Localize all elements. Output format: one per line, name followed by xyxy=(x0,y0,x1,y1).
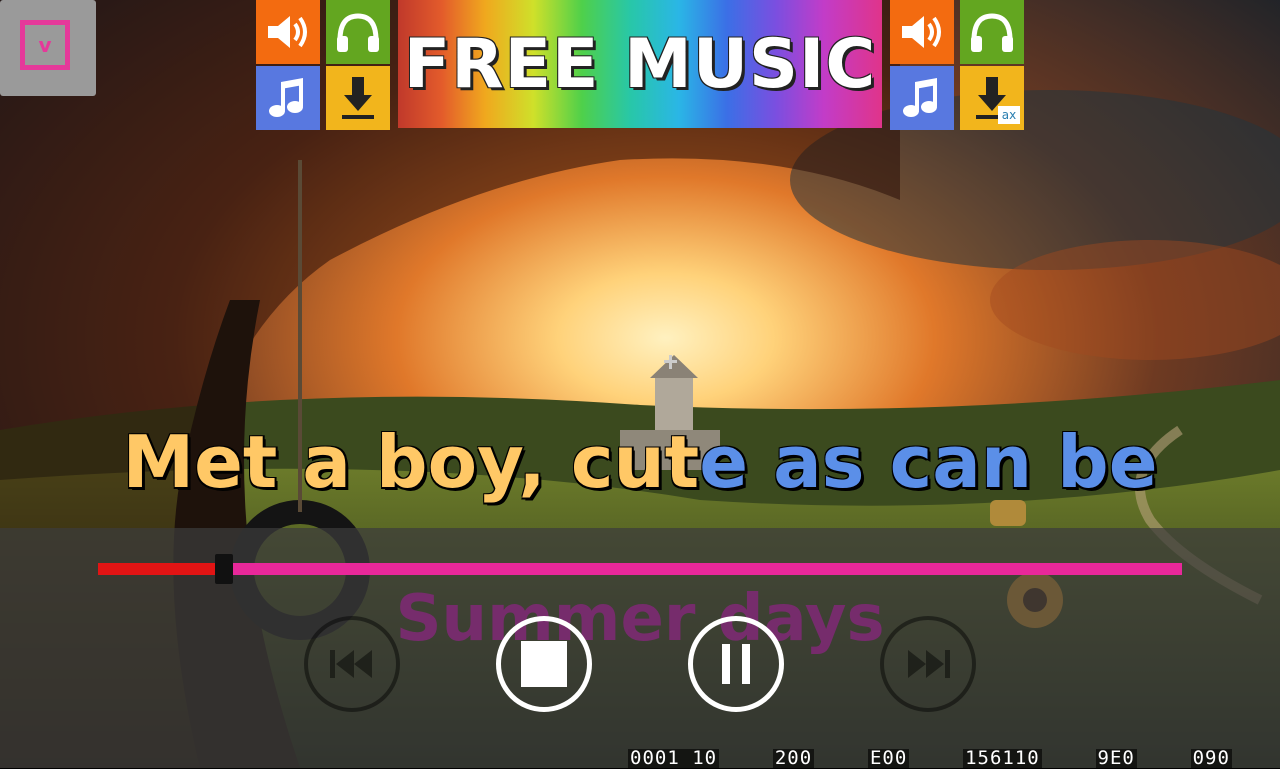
status-readout-field: E00 xyxy=(867,747,910,769)
stop-button[interactable] xyxy=(496,616,592,712)
status-readout-field: 200 xyxy=(772,747,815,769)
music-note-icon xyxy=(256,66,320,130)
next-lyric: Summer days xyxy=(395,582,885,656)
download-icon xyxy=(326,66,390,130)
status-readout: 0001 10 200 E00 156110 9E0 090 xyxy=(628,748,1232,768)
ad-choices-badge[interactable]: ax xyxy=(998,106,1020,124)
stop-icon xyxy=(521,641,567,687)
current-lyric: Met a boy, cute as can be xyxy=(0,420,1280,504)
pause-icon xyxy=(722,644,750,684)
skip-previous-icon xyxy=(330,650,372,678)
ad-title: FREE MUSIC xyxy=(403,24,877,104)
speaker-icon xyxy=(890,0,954,64)
chevron-down-icon: v xyxy=(20,20,70,70)
ad-title-panel: FREE MUSIC xyxy=(398,0,882,128)
lyric-unsung-part: e as can be xyxy=(699,420,1158,504)
status-readout-field: 0001 10 xyxy=(628,747,720,769)
previous-button[interactable] xyxy=(304,616,400,712)
pause-button[interactable] xyxy=(688,616,784,712)
headphones-icon xyxy=(326,0,390,64)
seek-bar-played xyxy=(98,563,216,575)
speaker-icon xyxy=(256,0,320,64)
skip-next-icon xyxy=(908,650,950,678)
status-readout-field: 090 xyxy=(1190,747,1232,769)
status-readout-field: 156110 xyxy=(963,747,1042,769)
collapse-button[interactable]: v xyxy=(0,0,96,96)
music-note-icon xyxy=(890,66,954,130)
headphones-icon xyxy=(960,0,1024,64)
status-readout-field: 9E0 xyxy=(1095,747,1137,769)
next-button[interactable] xyxy=(880,616,976,712)
seek-bar[interactable] xyxy=(98,554,1182,584)
ad-banner[interactable]: FREE MUSIC ax xyxy=(256,0,1024,130)
seek-bar-thumb[interactable] xyxy=(215,554,234,584)
lyric-sung-part: Met a boy, cut xyxy=(122,420,700,504)
